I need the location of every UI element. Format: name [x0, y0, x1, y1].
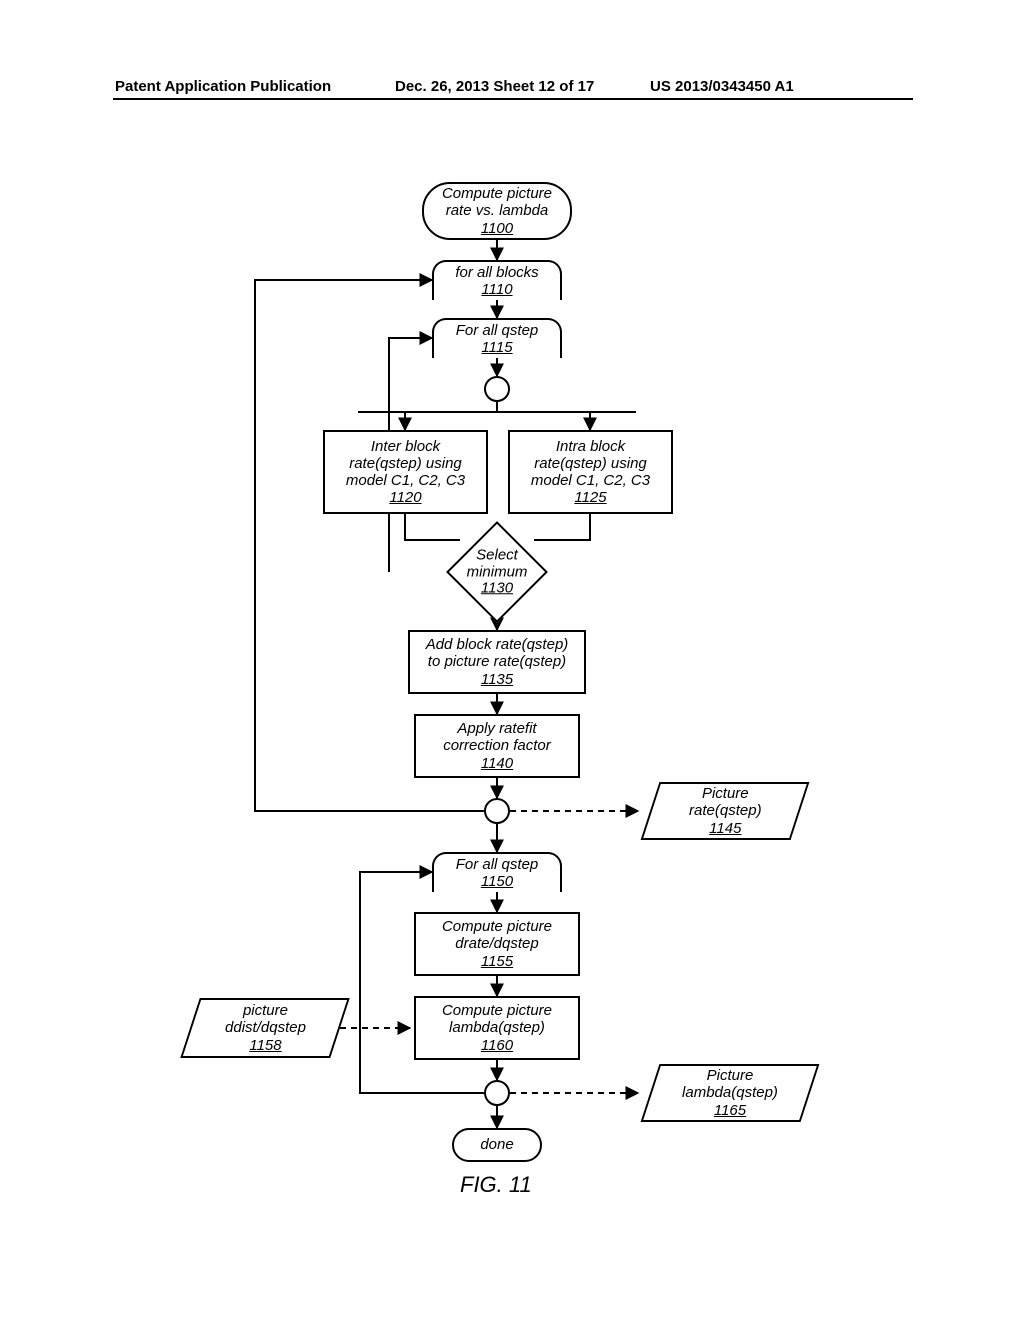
- node-1145-data: Picture rate(qstep) 1145: [641, 782, 810, 840]
- node-1150-text: For all qstep: [456, 856, 539, 873]
- node-1155-ref: 1155: [481, 953, 513, 970]
- node-1125-text: Intra block rate(qstep) using model C1, …: [531, 438, 650, 490]
- node-1158-ref: 1158: [225, 1037, 306, 1054]
- node-1100-start: Compute picture rate vs. lambda 1100: [422, 182, 572, 240]
- node-1115-loop: For all qstep 1115: [432, 318, 562, 358]
- node-1125: Intra block rate(qstep) using model C1, …: [508, 430, 673, 514]
- node-1135: Add block rate(qstep) to picture rate(qs…: [408, 630, 586, 694]
- node-done: done: [452, 1128, 542, 1162]
- pub-number: US 2013/0343450 A1: [650, 78, 1024, 95]
- node-1160-ref: 1160: [481, 1037, 513, 1054]
- node-1120-text: Inter block rate(qstep) using model C1, …: [346, 438, 465, 490]
- header-rule: [113, 98, 913, 100]
- node-1130-text: Select minimum: [437, 547, 557, 580]
- node-1110-ref: 1110: [481, 281, 512, 298]
- node-1160-text: Compute picture lambda(qstep): [442, 1002, 552, 1037]
- node-1120: Inter block rate(qstep) using model C1, …: [323, 430, 488, 514]
- node-1155: Compute picture drate/dqstep 1155: [414, 912, 580, 976]
- node-1140: Apply ratefit correction factor 1140: [414, 714, 580, 778]
- page: Patent Application Publication Dec. 26, …: [0, 0, 1024, 1320]
- node-1120-ref: 1120: [389, 489, 421, 506]
- node-1100-text: Compute picture rate vs. lambda: [442, 185, 552, 220]
- node-1125-ref: 1125: [574, 489, 606, 506]
- connector-branch: [484, 376, 510, 402]
- node-1158-text: picture ddist/dqstep: [225, 1002, 306, 1037]
- node-1145-text: Picture rate(qstep): [689, 785, 762, 820]
- node-1130-ref: 1130: [437, 580, 557, 597]
- node-1165-text: Picture lambda(qstep): [682, 1067, 778, 1102]
- node-1135-text: Add block rate(qstep) to picture rate(qs…: [426, 636, 569, 671]
- node-1110-loop: for all blocks 1110: [432, 260, 562, 300]
- node-1110-text: for all blocks: [455, 264, 538, 281]
- connector-loopend-1: [484, 798, 510, 824]
- node-1155-text: Compute picture drate/dqstep: [442, 918, 552, 953]
- node-1160: Compute picture lambda(qstep) 1160: [414, 996, 580, 1060]
- node-1100-ref: 1100: [481, 220, 513, 237]
- node-1145-ref: 1145: [689, 820, 762, 837]
- node-1140-text: Apply ratefit correction factor: [443, 720, 551, 755]
- figure-caption: FIG. 11: [460, 1172, 532, 1198]
- node-done-text: done: [480, 1136, 513, 1153]
- node-1158-data: picture ddist/dqstep 1158: [180, 998, 349, 1058]
- node-1140-ref: 1140: [481, 755, 513, 772]
- node-1115-ref: 1115: [481, 339, 512, 356]
- connector-loopend-2: [484, 1080, 510, 1106]
- node-1150-ref: 1150: [481, 873, 513, 890]
- node-1165-ref: 1165: [682, 1102, 778, 1119]
- node-1150-loop: For all qstep 1150: [432, 852, 562, 892]
- node-1115-text: For all qstep: [456, 322, 539, 339]
- node-1165-data: Picture lambda(qstep) 1165: [641, 1064, 820, 1122]
- node-1135-ref: 1135: [481, 671, 513, 688]
